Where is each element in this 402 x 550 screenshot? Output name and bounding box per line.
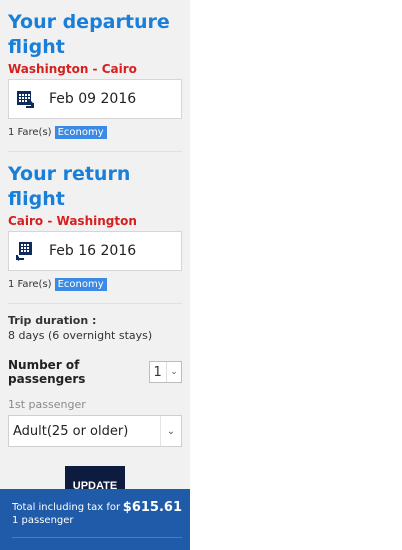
return-route: Cairo - Washington <box>8 214 137 228</box>
total-summary: Total including tax for 1 passenger $615… <box>0 489 190 550</box>
passenger-type-select[interactable]: Adult(25 or older) ⌄ <box>8 415 182 447</box>
total-label: Total including tax for 1 passenger <box>12 502 121 526</box>
first-passenger-label: 1st passenger <box>8 398 86 411</box>
passenger-count-value: 1 <box>153 364 162 380</box>
chevron-down-icon: ⌄ <box>166 362 181 382</box>
return-fares: 1 Fare(s) <box>8 279 52 290</box>
passenger-type-value: Adult(25 or older) <box>13 423 129 439</box>
return-section: Your return flight Cairo - Washington Fe… <box>8 162 182 291</box>
departure-fares: 1 Fare(s) <box>8 127 52 138</box>
trip-duration-value: 8 days (6 overnight stays) <box>8 329 153 342</box>
divider <box>8 303 182 304</box>
return-title: Your return flight <box>8 163 131 210</box>
chevron-down-icon: ⌄ <box>160 416 181 446</box>
total-divider <box>12 537 182 538</box>
passenger-count-label: Number of passengers <box>8 358 86 386</box>
departure-section: Your departure flight Washington - Cairo <box>8 0 182 139</box>
passenger-count-row: Number of passengers 1 ⌄ <box>8 358 182 386</box>
return-date: Feb 16 2016 <box>49 243 137 259</box>
return-cabin-badge: Economy <box>54 278 107 291</box>
return-date-field[interactable]: Feb 16 2016 <box>8 231 182 271</box>
trip-duration: Trip duration : 8 days (6 overnight stay… <box>8 314 182 342</box>
flight-summary-panel: Your departure flight Washington - Cairo <box>0 0 190 506</box>
departure-cabin-badge: Economy <box>54 126 107 139</box>
departure-date: Feb 09 2016 <box>49 91 137 107</box>
departure-route: Washington - Cairo <box>8 62 137 76</box>
departure-date-field[interactable]: Feb 09 2016 <box>8 79 182 119</box>
return-fare-row: 1 Fare(s) Economy <box>8 278 182 291</box>
total-amount: $615.61 <box>122 500 182 515</box>
departure-fare-row: 1 Fare(s) Economy <box>8 126 182 139</box>
trip-duration-label: Trip duration : <box>8 314 97 327</box>
departure-title: Your departure flight <box>8 11 170 58</box>
divider <box>8 151 182 152</box>
calendar-departure-icon <box>15 89 35 109</box>
calendar-return-icon <box>15 241 35 261</box>
passenger-count-select[interactable]: 1 ⌄ <box>149 361 182 383</box>
